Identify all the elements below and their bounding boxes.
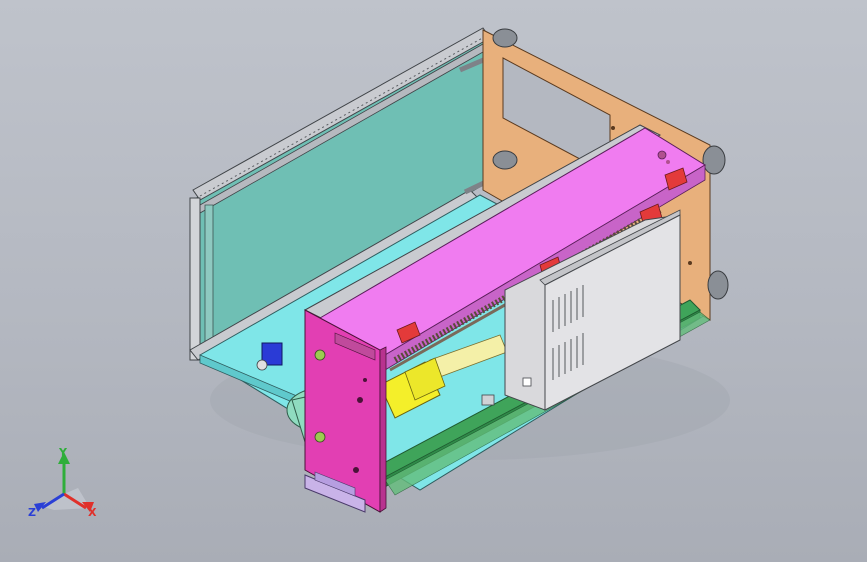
caster-wheel-3	[702, 145, 726, 175]
power-switch[interactable]	[522, 377, 532, 387]
plate-hole	[357, 397, 363, 403]
left-frame-post-inner	[204, 204, 214, 346]
plate-hole	[353, 467, 359, 473]
bolt	[688, 261, 692, 265]
caster-wheel-4	[707, 270, 729, 300]
mount-bolt	[314, 349, 326, 361]
y-axis-label: Y	[58, 446, 68, 459]
mount-bolt	[314, 431, 326, 443]
left-frame-post[interactable]	[189, 197, 201, 361]
x-axis-label: X	[88, 506, 97, 519]
z-axis-label: Z	[28, 506, 36, 519]
cover-hole	[657, 150, 667, 160]
limit-switch[interactable]	[481, 394, 495, 406]
cad-viewport[interactable]: Y X Z	[0, 0, 867, 562]
plate-hole	[363, 378, 367, 382]
front-mount-plate-edge	[379, 346, 387, 513]
cover-hole-small	[666, 160, 670, 164]
caster-wheel-1	[492, 28, 518, 48]
coupler-knob	[256, 359, 268, 371]
assembly-model[interactable]	[0, 0, 867, 562]
axis-triad: Y X Z	[28, 446, 97, 519]
caster-wheel-2	[492, 150, 518, 170]
bolt	[611, 126, 615, 130]
